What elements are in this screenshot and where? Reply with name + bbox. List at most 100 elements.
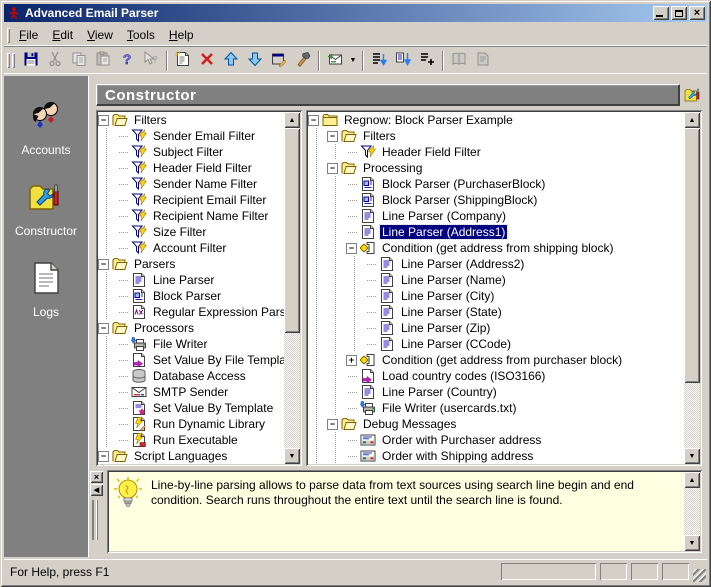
save-button[interactable] bbox=[19, 50, 43, 72]
tree-item[interactable]: Header Field Filter bbox=[308, 144, 684, 160]
menu-help[interactable]: Help bbox=[162, 26, 201, 44]
tree-item[interactable]: Line Parser (Zip) bbox=[308, 320, 684, 336]
tree-item[interactable]: −Debug Messages bbox=[308, 416, 684, 432]
tree-item[interactable]: Line Parser (Name) bbox=[308, 272, 684, 288]
tree-item[interactable]: Load country codes (ISO3166) bbox=[308, 368, 684, 384]
test-message-button-dropdown[interactable]: ▼ bbox=[347, 50, 359, 72]
tree-item[interactable]: Run Executable bbox=[98, 432, 284, 448]
close-description-button[interactable]: × bbox=[90, 471, 103, 483]
tree-item[interactable]: Order with Shipping address bbox=[308, 448, 684, 464]
scroll-up-button[interactable]: ▲ bbox=[684, 472, 700, 488]
title-bar[interactable]: Advanced Email Parser × bbox=[4, 4, 707, 22]
tree-item[interactable]: SMTP Sender bbox=[98, 384, 284, 400]
tree-item[interactable]: Line Parser (Address1) bbox=[308, 224, 684, 240]
expand-toggle[interactable]: − bbox=[327, 131, 338, 142]
tree-item[interactable]: Database Access bbox=[98, 368, 284, 384]
build-button[interactable] bbox=[291, 50, 315, 72]
section-header: Constructor bbox=[96, 84, 680, 106]
scroll-thumb[interactable] bbox=[284, 128, 300, 333]
constructor-small-icon[interactable] bbox=[684, 86, 702, 104]
tree-item[interactable]: Size Filter bbox=[98, 224, 284, 240]
expand-toggle[interactable]: − bbox=[346, 243, 357, 254]
move-up-button[interactable] bbox=[219, 50, 243, 72]
menubar-grip[interactable] bbox=[7, 28, 10, 43]
expand-toggle[interactable]: − bbox=[98, 451, 109, 462]
tree-item[interactable]: File Writer bbox=[98, 336, 284, 352]
sidebar-item-accounts[interactable]: Accounts bbox=[21, 98, 70, 157]
tree-item[interactable]: −Filters bbox=[98, 112, 284, 128]
menu-edit[interactable]: Edit bbox=[45, 26, 80, 44]
tree-item[interactable]: −Regnow: Block Parser Example bbox=[308, 112, 684, 128]
expand-toggle[interactable]: − bbox=[327, 163, 338, 174]
properties-button[interactable] bbox=[267, 50, 291, 72]
tree-item[interactable]: Line Parser (State) bbox=[308, 304, 684, 320]
menu-view[interactable]: View bbox=[80, 26, 120, 44]
minimize-button[interactable] bbox=[653, 6, 669, 20]
tree-item[interactable]: Set Value By Template bbox=[98, 400, 284, 416]
tree-item[interactable]: Recipient Name Filter bbox=[98, 208, 284, 224]
expand-toggle[interactable]: − bbox=[308, 115, 319, 126]
scroll-thumb[interactable] bbox=[684, 128, 700, 383]
tree-item[interactable]: Line Parser (Country) bbox=[308, 384, 684, 400]
tree-item[interactable]: +Condition (get address from purchaser b… bbox=[308, 352, 684, 368]
tree-item[interactable]: Account Filter bbox=[98, 240, 284, 256]
tree-item[interactable]: Sender Name Filter bbox=[98, 176, 284, 192]
close-button[interactable]: × bbox=[689, 6, 705, 20]
tree-item[interactable]: Recipient Email Filter bbox=[98, 192, 284, 208]
tree-item[interactable]: Sender Email Filter bbox=[98, 128, 284, 144]
move-down-button[interactable] bbox=[243, 50, 267, 72]
scroll-up-button[interactable]: ▲ bbox=[684, 112, 700, 128]
tree-item[interactable]: Block Parser (PurchaserBlock) bbox=[308, 176, 684, 192]
help-button[interactable]: ? bbox=[115, 50, 139, 72]
add-entry-button[interactable] bbox=[415, 50, 439, 72]
tree-item[interactable]: −Processing bbox=[308, 160, 684, 176]
tree-item[interactable]: Order with Purchaser address bbox=[308, 432, 684, 448]
description-grip[interactable] bbox=[92, 500, 98, 540]
new-item-button[interactable] bbox=[171, 50, 195, 72]
tree-item[interactable]: Line Parser (City) bbox=[308, 288, 684, 304]
toolbar-grip-2[interactable] bbox=[12, 53, 15, 68]
menu-file[interactable]: File bbox=[12, 26, 45, 44]
collapse-description-button[interactable]: ◀ bbox=[90, 484, 103, 496]
tree-item[interactable]: −Condition (get address from shipping bl… bbox=[308, 240, 684, 256]
tree-item[interactable]: −Processors bbox=[98, 320, 284, 336]
menu-tools[interactable]: Tools bbox=[120, 26, 162, 44]
expand-toggle[interactable]: − bbox=[98, 259, 109, 270]
expand-toggle[interactable]: − bbox=[98, 115, 109, 126]
tree-item[interactable]: Run Dynamic Library bbox=[98, 416, 284, 432]
tree-item[interactable]: Set Value By File Template bbox=[98, 352, 284, 368]
tree-item-label: Set Value By Template bbox=[151, 401, 275, 415]
tree-item[interactable]: Line Parser (Address2) bbox=[308, 256, 684, 272]
tree-item[interactable]: −Filters bbox=[308, 128, 684, 144]
expand-toggle[interactable]: − bbox=[327, 419, 338, 430]
tree-item[interactable]: Regular Expression Parser bbox=[98, 304, 284, 320]
project-tree-scrollbar[interactable]: ▲ ▼ bbox=[684, 112, 700, 464]
tree-item[interactable]: File Writer (usercards.txt) bbox=[308, 400, 684, 416]
tree-item[interactable]: Block Parser bbox=[98, 288, 284, 304]
scroll-down-button[interactable]: ▼ bbox=[684, 448, 700, 464]
scroll-down-button[interactable]: ▼ bbox=[284, 448, 300, 464]
expand-toggle[interactable]: + bbox=[346, 355, 357, 366]
tree-item[interactable]: −Parsers bbox=[98, 256, 284, 272]
expand-items-button[interactable] bbox=[367, 50, 391, 72]
description-scrollbar[interactable]: ▲ ▼ bbox=[684, 472, 700, 551]
toolbar-grip[interactable] bbox=[7, 53, 10, 68]
expand-all-button[interactable] bbox=[391, 50, 415, 72]
tree-item[interactable]: Block Parser (ShippingBlock) bbox=[308, 192, 684, 208]
tree-item[interactable]: Header Field Filter bbox=[98, 160, 284, 176]
toolbox-tree-scrollbar[interactable]: ▲ ▼ bbox=[284, 112, 300, 464]
sidebar-item-constructor[interactable]: Constructor bbox=[15, 179, 77, 238]
tree-item[interactable]: Line Parser bbox=[98, 272, 284, 288]
test-message-button[interactable] bbox=[323, 50, 347, 72]
tree-item[interactable]: Line Parser (CCode) bbox=[308, 336, 684, 352]
sidebar-item-logs[interactable]: Logs bbox=[28, 260, 64, 319]
scroll-down-button[interactable]: ▼ bbox=[684, 535, 700, 551]
scroll-up-button[interactable]: ▲ bbox=[284, 112, 300, 128]
resize-grip[interactable] bbox=[693, 569, 706, 582]
maximize-button[interactable] bbox=[671, 6, 687, 20]
tree-item[interactable]: Subject Filter bbox=[98, 144, 284, 160]
tree-item[interactable]: −Script Languages bbox=[98, 448, 284, 464]
delete-button[interactable] bbox=[195, 50, 219, 72]
tree-item[interactable]: Line Parser (Company) bbox=[308, 208, 684, 224]
expand-toggle[interactable]: − bbox=[98, 323, 109, 334]
